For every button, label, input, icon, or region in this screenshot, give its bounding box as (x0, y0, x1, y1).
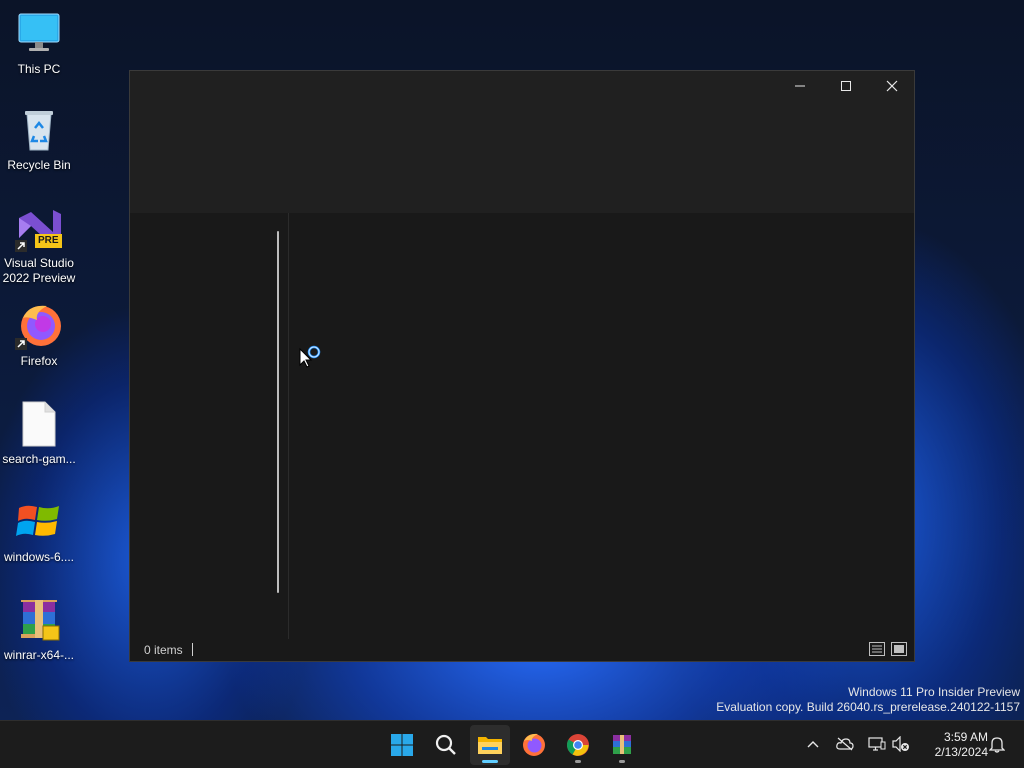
desktop-icon-search-game[interactable]: search-gam... (2, 400, 76, 467)
volume-muted-icon (892, 736, 909, 752)
title-bar[interactable] (130, 71, 914, 213)
desktop-icon-label: winrar-x64-... (3, 648, 74, 662)
minimize-icon (795, 85, 805, 87)
status-separator (192, 643, 193, 656)
clock-time: 3:59 AM (943, 730, 988, 744)
pre-badge: PRE (35, 234, 62, 248)
desktop-icon-recycle-bin[interactable]: Recycle Bin (2, 106, 76, 173)
watermark-line-2: Evaluation copy. Build 26040.rs_prerelea… (716, 700, 1020, 714)
content-pane[interactable] (289, 213, 914, 639)
taskbar-file-explorer[interactable] (470, 725, 510, 765)
running-indicator (575, 760, 581, 763)
network-tray-icon[interactable] (866, 733, 888, 755)
maximize-button[interactable] (823, 71, 869, 101)
navigation-scrollbar[interactable] (277, 231, 279, 593)
winrar-icon (613, 735, 631, 754)
close-icon (886, 80, 898, 92)
firefox-icon (15, 302, 63, 350)
details-view-icon (872, 645, 882, 653)
desktop-icon-firefox[interactable]: Firefox (2, 302, 76, 369)
volume-tray-icon[interactable] (890, 733, 912, 755)
search-icon (435, 734, 456, 755)
taskbar-firefox[interactable] (514, 725, 554, 765)
start-button[interactable] (382, 725, 422, 765)
desktop-icon-label: windows-6.... (3, 550, 75, 564)
windows-logo-icon (15, 498, 63, 546)
details-view-button[interactable] (869, 642, 885, 656)
search-button[interactable] (426, 725, 466, 765)
item-count: 0 items (144, 643, 183, 657)
firefox-icon (523, 733, 545, 756)
taskbar-chrome[interactable] (558, 725, 598, 765)
cloud-offline-icon (836, 737, 854, 751)
desktop-icon-label: 2022 Preview (2, 271, 76, 285)
file-explorer-window[interactable]: 0 items (129, 70, 915, 662)
tray-clock[interactable]: 3:59 AM 2/13/2024 (918, 730, 988, 760)
active-indicator (482, 760, 498, 763)
desktop-icon-this-pc[interactable]: This PC (2, 10, 76, 77)
notifications-button[interactable] (986, 733, 1008, 755)
desktop-icon-windows-iso[interactable]: windows-6.... (2, 498, 76, 565)
busy-cursor (299, 343, 325, 371)
monitor-icon (15, 10, 63, 58)
desktop-icon-label: Visual Studio (4, 256, 74, 270)
watermark-line-1: Windows 11 Pro Insider Preview (848, 685, 1020, 699)
desktop-icon-winrar[interactable]: winrar-x64-... (2, 596, 76, 663)
network-icon (868, 737, 886, 751)
taskbar: 3:59 AM 2/13/2024 (0, 720, 1024, 768)
winrar-icon (15, 596, 63, 644)
clock-date: 2/13/2024 (934, 745, 988, 759)
show-hidden-icons-button[interactable] (802, 733, 824, 755)
taskbar-winrar[interactable] (602, 725, 642, 765)
file-icon (15, 400, 63, 448)
folder-icon (478, 737, 502, 754)
chevron-up-icon (807, 741, 819, 748)
running-indicator (619, 760, 625, 763)
chrome-icon (567, 734, 589, 756)
close-button[interactable] (869, 71, 915, 101)
visual-studio-icon: PRE (15, 204, 63, 252)
bell-icon (989, 737, 1005, 753)
desktop-icon-label: search-gam... (2, 452, 76, 466)
large-icons-view-icon (894, 645, 904, 653)
evaluation-watermark: Windows 11 Pro Insider Preview Evaluatio… (716, 685, 1020, 715)
desktop-icon-visual-studio[interactable]: PRE Visual Studio 2022 Preview (2, 204, 76, 286)
recycle-bin-icon (15, 106, 63, 154)
large-icons-view-button[interactable] (891, 642, 907, 656)
minimize-button[interactable] (777, 71, 823, 101)
desktop-icon-label: This PC (17, 62, 61, 76)
windows-start-icon (391, 734, 413, 756)
desktop-icon-label: Recycle Bin (7, 158, 71, 172)
status-bar: 0 items (130, 639, 914, 661)
desktop-icon-label: Firefox (20, 354, 58, 368)
navigation-pane[interactable] (130, 213, 289, 639)
onedrive-tray-icon[interactable] (834, 733, 856, 755)
maximize-icon (841, 81, 851, 91)
